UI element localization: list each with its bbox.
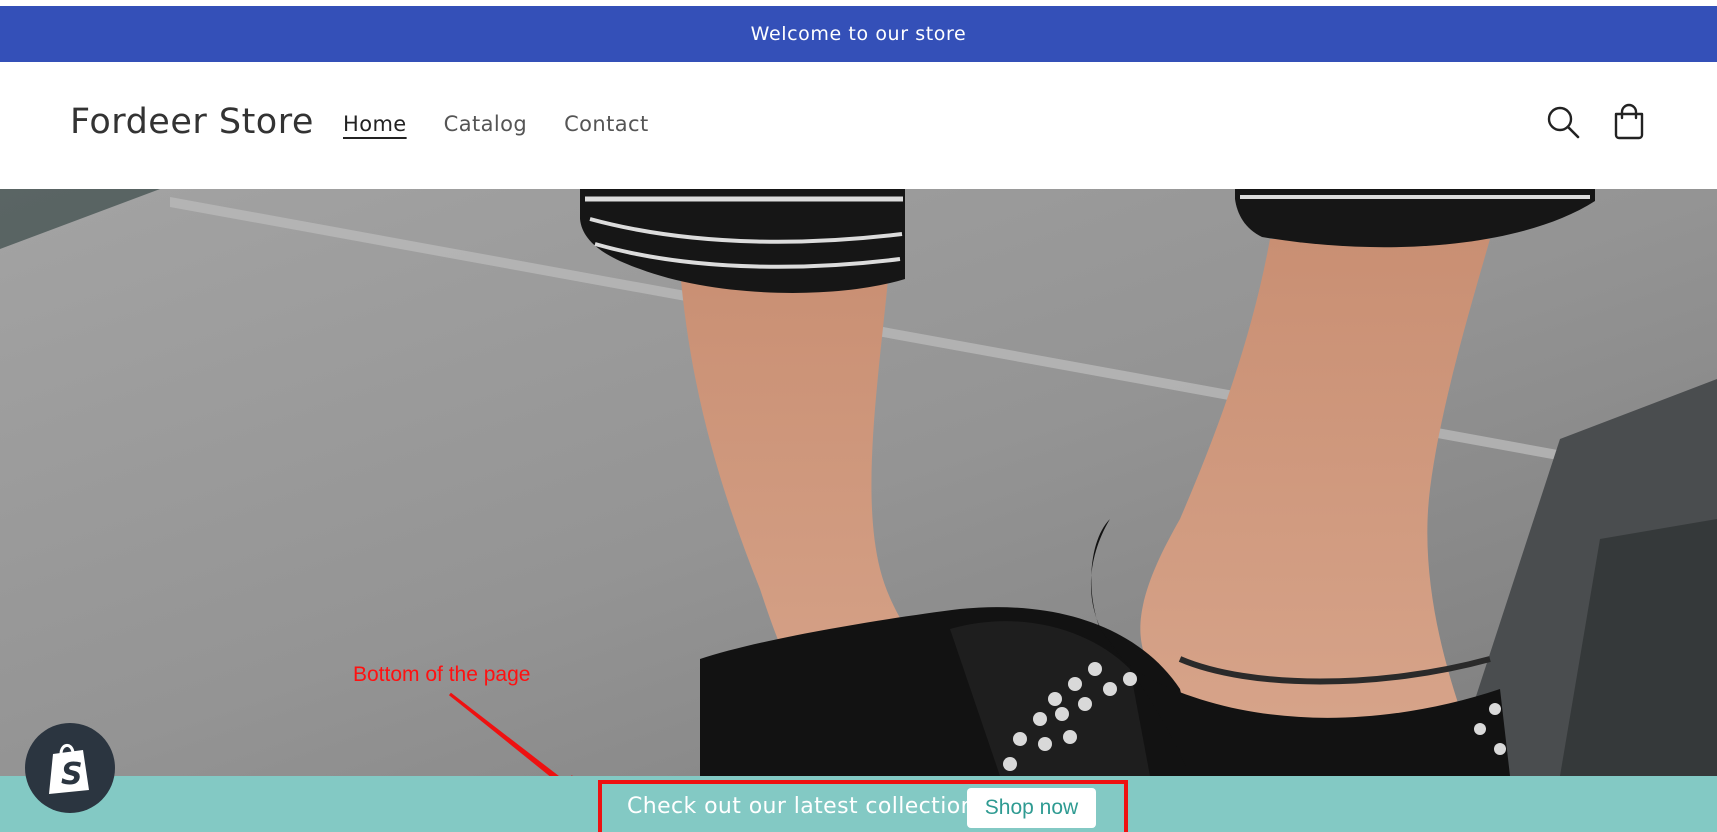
shopify-bag-icon: S	[49, 744, 89, 794]
annotation-arrow	[449, 692, 582, 797]
svg-text:S: S	[61, 757, 83, 792]
promo-text: Check out our latest collection	[627, 794, 975, 819]
shopify-badge[interactable]: S	[25, 723, 115, 813]
shop-now-button[interactable]: Shop now	[967, 788, 1096, 828]
annotation-label: Bottom of the page	[353, 663, 531, 686]
